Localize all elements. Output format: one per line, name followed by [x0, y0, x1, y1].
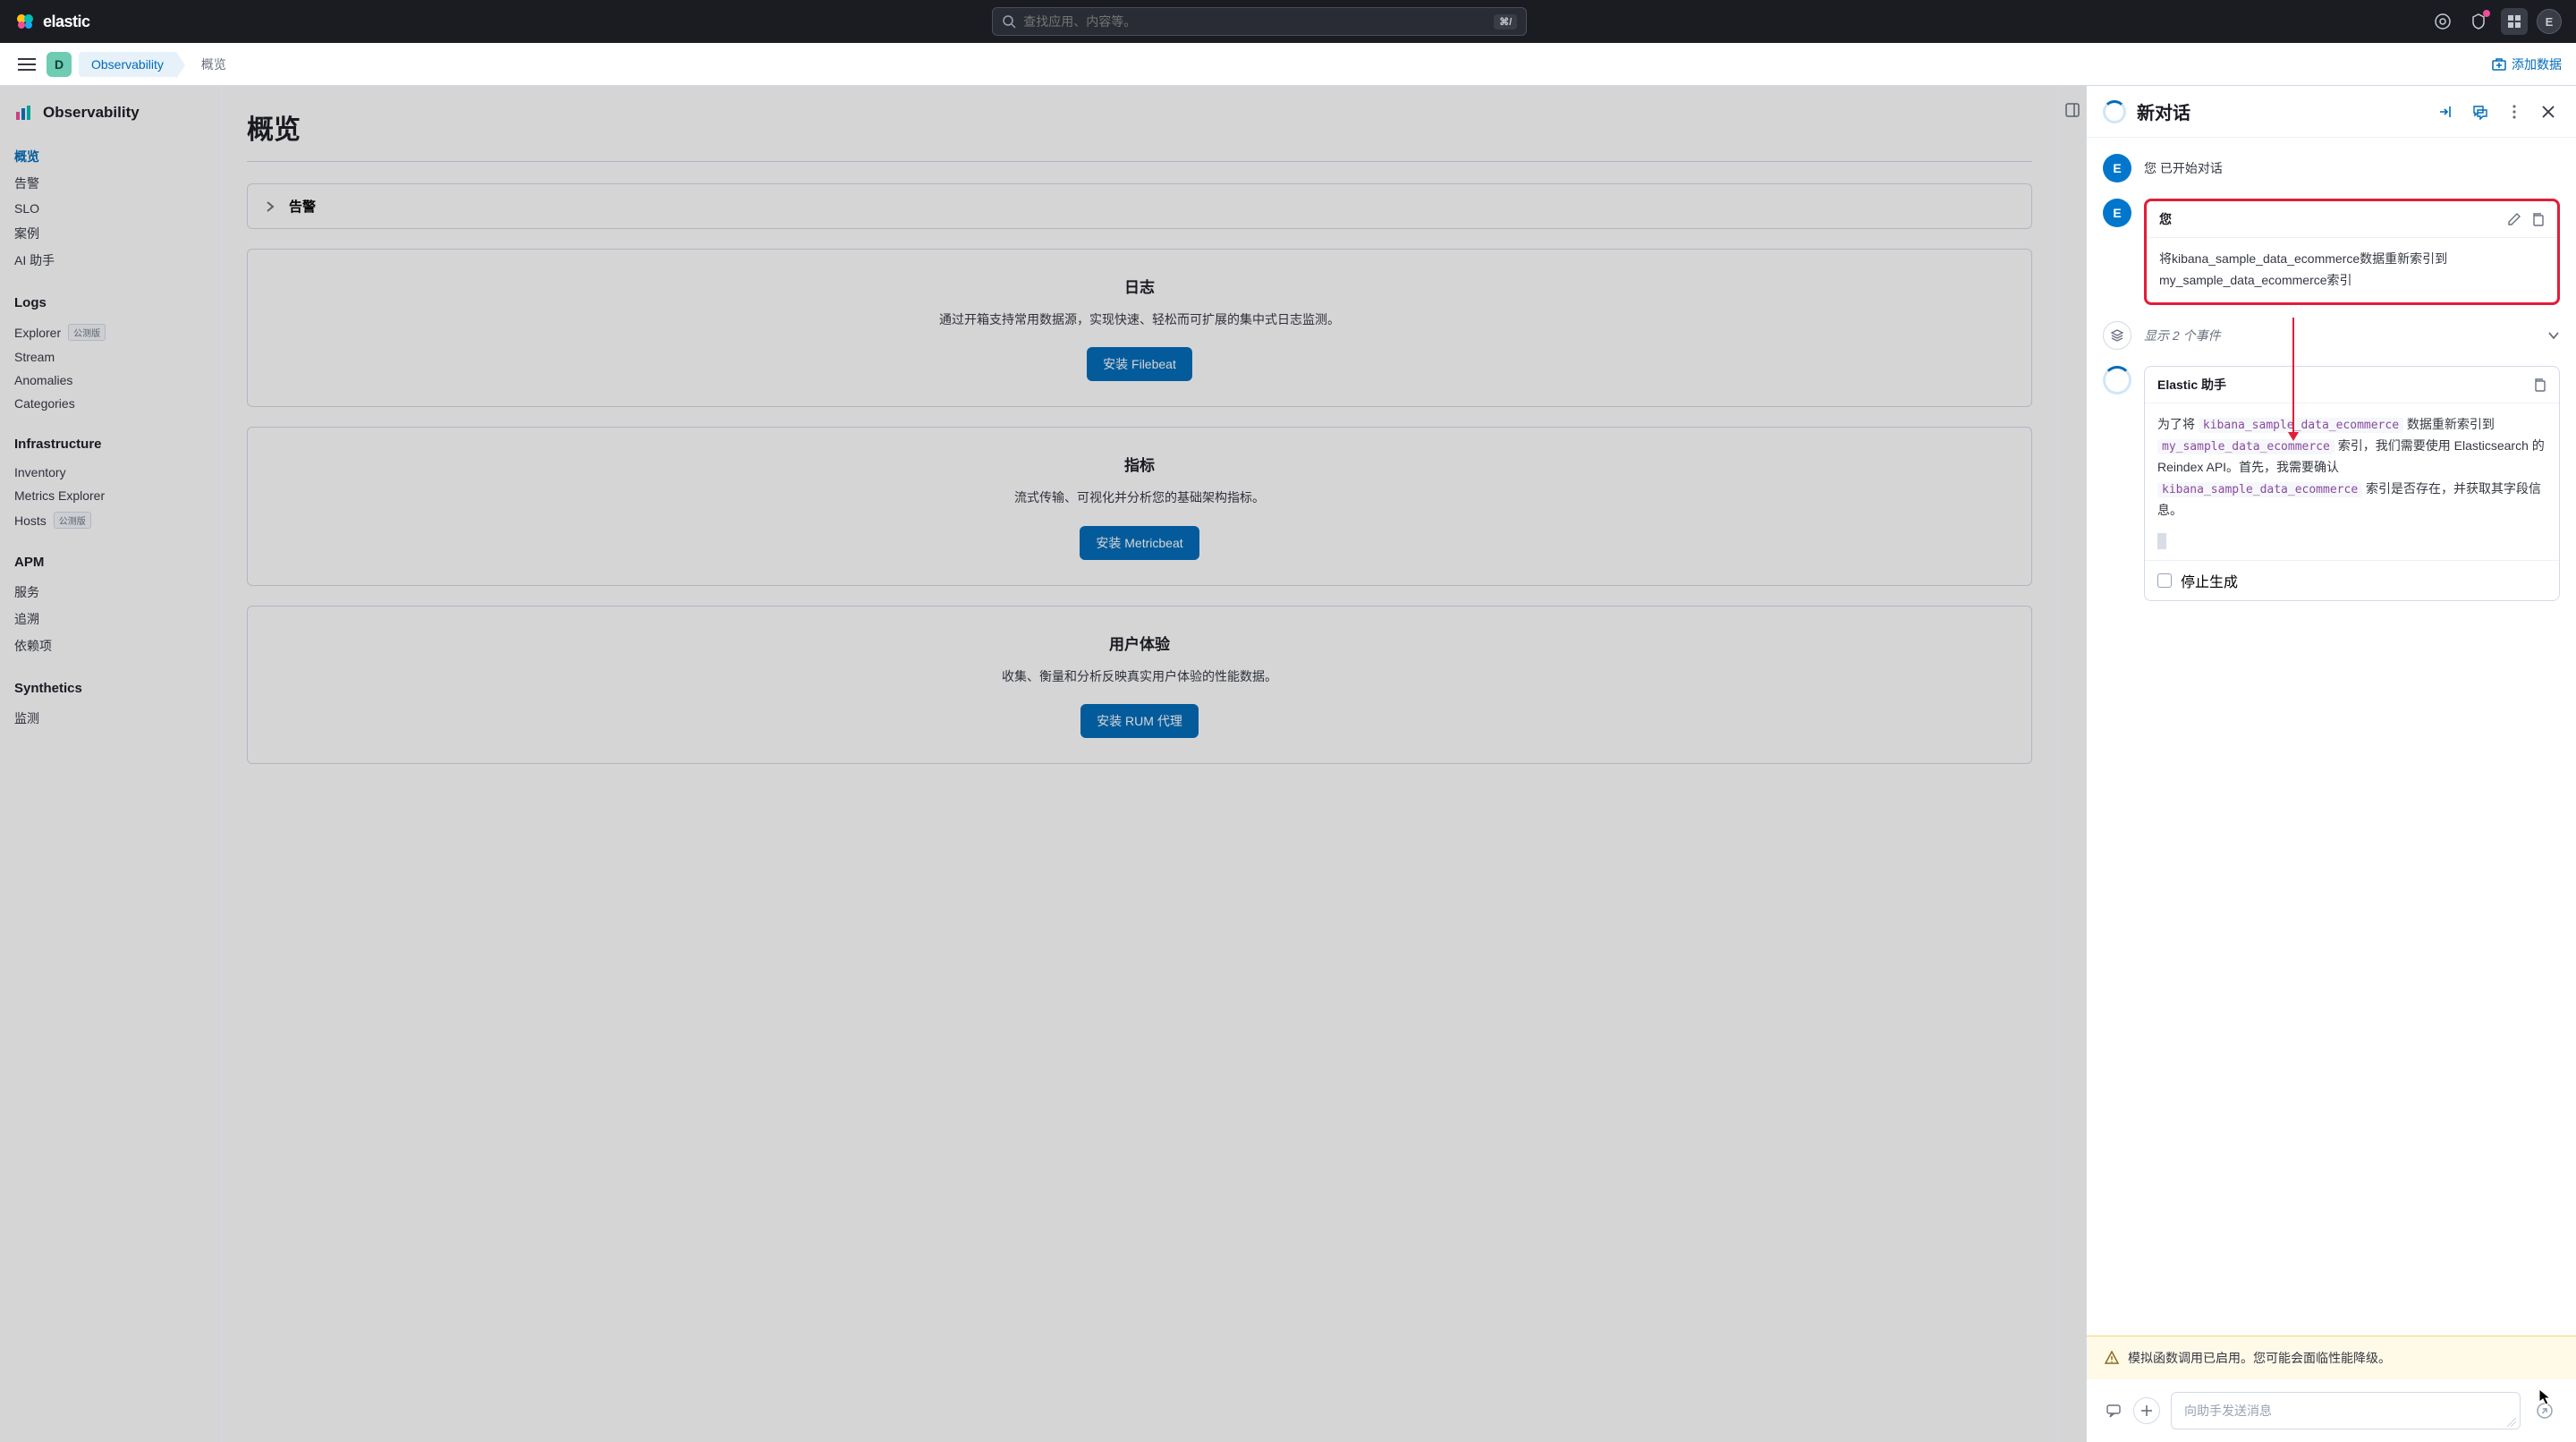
- side-nav-apm: APM 服务 追溯 依赖项: [14, 555, 207, 659]
- sidebar-item-metrics-explorer[interactable]: Metrics Explorer: [14, 484, 207, 507]
- side-nav: Observability 概览 告警 SLO 案例 AI 助手 Logs Ex…: [0, 86, 222, 1442]
- side-nav-logs: Logs Explorer公测版 Stream Anomalies Catego…: [14, 295, 207, 415]
- newsfeed-icon[interactable]: [2465, 8, 2492, 35]
- install-filebeat-button[interactable]: 安装 Filebeat: [1087, 347, 1192, 381]
- global-search[interactable]: ⌘/: [992, 7, 1527, 36]
- side-nav-synthetics: Synthetics 监测: [14, 681, 207, 732]
- user-message-card: 您 将kibana_sample_data_ecommerce数据重新索引到my…: [2144, 199, 2560, 305]
- divider: [247, 161, 2032, 162]
- user-avatar-icon: E: [2103, 154, 2131, 182]
- space-selector[interactable]: D: [47, 52, 72, 77]
- chat-header: 新对话: [2087, 86, 2576, 138]
- collapse-right-icon: [2064, 102, 2080, 118]
- breadcrumb-app[interactable]: Observability: [79, 52, 176, 77]
- ai-chat-flyout: 新对话 E 您 已开始对话 E 您 将kib: [2086, 86, 2576, 1442]
- brand-logo[interactable]: elastic: [14, 11, 90, 32]
- edit-icon[interactable]: [2507, 212, 2521, 226]
- sidebar-item-services[interactable]: 服务: [14, 579, 207, 606]
- assistant-message-card: Elastic 助手 为了将 kibana_sample_data_ecomme…: [2144, 366, 2560, 602]
- chat-warning-bar: 模拟函数调用已启用。您可能会面临性能降级。: [2087, 1336, 2576, 1379]
- alerts-accordion[interactable]: 告警: [247, 183, 2032, 229]
- chevron-right-icon: [264, 200, 276, 213]
- sidebar-item-hosts[interactable]: Hosts公测版: [14, 507, 207, 533]
- flyout-collapse-button[interactable]: [2057, 86, 2086, 1442]
- metrics-card: 指标 流式传输、可视化并分析您的基础架构指标。 安装 Metricbeat: [247, 427, 2032, 585]
- loading-spinner-icon: [2103, 366, 2131, 394]
- logs-card: 日志 通过开箱支持常用数据源，实现快速、轻松而可扩展的集中式日志监测。 安装 F…: [247, 249, 2032, 407]
- chat-input-bar: 向助手发送消息: [2087, 1379, 2576, 1442]
- install-rum-button[interactable]: 安装 RUM 代理: [1080, 704, 1199, 738]
- sidebar-item-ai-assistant[interactable]: AI 助手: [14, 247, 207, 274]
- side-nav-infra: Infrastructure Inventory Metrics Explore…: [14, 437, 207, 533]
- breadcrumb-page: 概览: [183, 50, 239, 79]
- main-content: 概览 告警 日志 通过开箱支持常用数据源，实现快速、轻松而可扩展的集中式日志监测…: [222, 86, 2057, 1442]
- brand-name: elastic: [43, 13, 90, 31]
- side-nav-root: 概览 告警 SLO 案例 AI 助手: [14, 143, 207, 274]
- global-header: elastic ⌘/ E: [0, 0, 2576, 43]
- chat-expand-button[interactable]: [2435, 100, 2458, 123]
- sidebar-item-logs-anomalies[interactable]: Anomalies: [14, 369, 207, 392]
- chat-close-button[interactable]: [2537, 100, 2560, 123]
- stop-generating-button[interactable]: 停止生成: [2145, 560, 2559, 600]
- feedback-icon[interactable]: [2106, 1403, 2122, 1419]
- mouse-cursor: [2538, 1388, 2551, 1406]
- search-icon: [1002, 14, 1016, 29]
- copy-icon[interactable]: [2532, 377, 2546, 392]
- chevron-down-icon: [2547, 329, 2560, 342]
- sidebar-item-alerts[interactable]: 告警: [14, 170, 207, 197]
- add-data-button[interactable]: 添加数据: [2492, 55, 2562, 73]
- chat-events-toggle[interactable]: 显示 2 个事件: [2103, 321, 2560, 350]
- chat-menu-button[interactable]: [2503, 100, 2526, 123]
- sidebar-item-dependencies[interactable]: 依赖项: [14, 632, 207, 659]
- observability-icon: [14, 104, 32, 122]
- global-search-input[interactable]: [1023, 14, 1487, 29]
- sidebar-item-logs-explorer[interactable]: Explorer公测版: [14, 319, 207, 345]
- elastic-logo-icon: [14, 11, 36, 32]
- checkbox-icon: [2157, 573, 2172, 588]
- chat-messages: E 您 已开始对话 E 您 将kibana_sample_data_ecomme…: [2087, 138, 2576, 1336]
- ai-assistant-toggle[interactable]: [2501, 8, 2528, 35]
- chat-conversations-button[interactable]: [2469, 100, 2492, 123]
- sidebar-item-inventory[interactable]: Inventory: [14, 461, 207, 484]
- sidebar-item-logs-categories[interactable]: Categories: [14, 392, 207, 415]
- chat-assistant-message: Elastic 助手 为了将 kibana_sample_data_ecomme…: [2103, 366, 2560, 602]
- typing-cursor: [2157, 533, 2166, 549]
- chat-user-message: E 您 将kibana_sample_data_ecommerce数据重新索引到…: [2103, 199, 2560, 305]
- help-icon[interactable]: [2429, 8, 2456, 35]
- chat-attach-button[interactable]: [2133, 1397, 2160, 1424]
- page-title: 概览: [247, 107, 2032, 147]
- add-data-icon: [2492, 57, 2506, 72]
- sidebar-item-monitors[interactable]: 监测: [14, 705, 207, 732]
- user-message-text: 将kibana_sample_data_ecommerce数据重新索引到my_s…: [2147, 238, 2557, 302]
- chat-system-started: E 您 已开始对话: [2103, 154, 2560, 182]
- ux-card: 用户体验 收集、衡量和分析反映真实用户体验的性能数据。 安装 RUM 代理: [247, 606, 2032, 764]
- nav-toggle-button[interactable]: [14, 52, 39, 77]
- install-metricbeat-button[interactable]: 安装 Metricbeat: [1080, 526, 1199, 560]
- loading-spinner-icon: [2103, 100, 2126, 123]
- sidebar-item-logs-stream[interactable]: Stream: [14, 345, 207, 369]
- breadcrumb-bar: D Observability 概览 添加数据: [0, 43, 2576, 86]
- resize-handle-icon: [2507, 1418, 2516, 1427]
- sidebar-item-traces[interactable]: 追溯: [14, 606, 207, 632]
- sidebar-item-overview[interactable]: 概览: [14, 143, 207, 170]
- chat-title: 新对话: [2137, 98, 2424, 124]
- search-shortcut-hint: ⌘/: [1494, 14, 1517, 30]
- user-avatar-icon: E: [2103, 199, 2131, 227]
- warning-icon: [2105, 1351, 2119, 1365]
- side-nav-title: Observability: [14, 104, 207, 122]
- chat-input[interactable]: 向助手发送消息: [2171, 1392, 2521, 1429]
- user-avatar[interactable]: E: [2537, 9, 2562, 34]
- layers-icon: [2103, 321, 2131, 350]
- assistant-message-text: 为了将 kibana_sample_data_ecommerce 数据重新索引到…: [2145, 403, 2559, 561]
- copy-icon[interactable]: [2530, 212, 2545, 226]
- sidebar-item-cases[interactable]: 案例: [14, 220, 207, 247]
- sidebar-item-slo[interactable]: SLO: [14, 197, 207, 220]
